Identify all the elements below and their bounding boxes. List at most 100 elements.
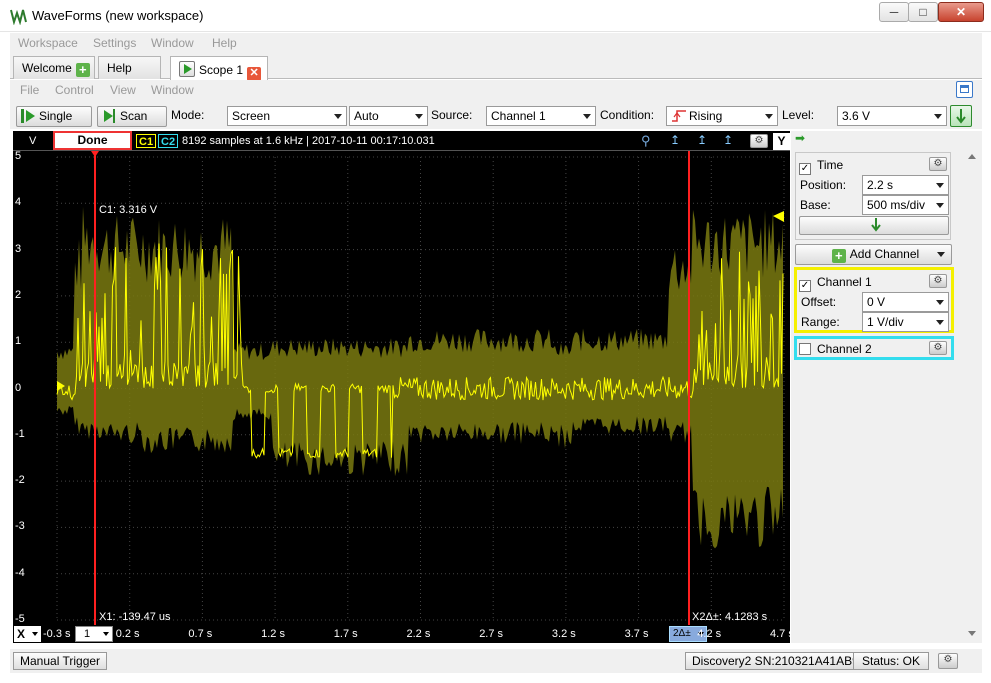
channel2-checkbox-row[interactable]: Channel 2 <box>799 342 872 356</box>
menu-help[interactable]: Help <box>212 36 237 50</box>
chevron-down-icon <box>936 300 944 305</box>
tab-scope-label: Scope 1 <box>199 63 244 77</box>
menu-file[interactable]: File <box>20 83 39 97</box>
status-settings-gear-icon[interactable]: ⚙ <box>938 653 958 669</box>
channel1-gear-icon[interactable]: ⚙ <box>929 274 947 288</box>
offset-label: Offset: <box>801 295 837 309</box>
condition-select[interactable]: Rising <box>666 106 778 126</box>
chevron-down-icon <box>334 114 342 119</box>
x-cursor-select[interactable]: 1 <box>75 626 113 642</box>
play-icon <box>179 61 195 77</box>
manual-trigger-button[interactable]: Manual Trigger <box>13 652 108 670</box>
time-checkbox-row[interactable]: ✓ Time <box>799 158 843 175</box>
menu-workspace[interactable]: Workspace <box>18 36 78 50</box>
time-gear-icon[interactable]: ⚙ <box>929 157 947 171</box>
level-input[interactable]: 3.6 V <box>837 106 947 126</box>
maximize-button[interactable]: □ <box>908 2 938 22</box>
panel-scrollbar[interactable] <box>965 150 978 640</box>
c2-badge[interactable]: C2 <box>158 134 179 148</box>
cursor-tool3-icon[interactable]: ↥ <box>723 133 733 147</box>
level-value: 3.6 V <box>842 109 871 123</box>
minimize-button[interactable]: ─ <box>879 2 909 22</box>
scope-header: V Done C1 C2 8192 samples at 1.6 kHz | 2… <box>13 131 790 151</box>
cursor-tool2-icon[interactable]: ↥ <box>697 133 707 147</box>
scan-button[interactable]: Scan <box>97 106 167 127</box>
menu-view[interactable]: View <box>110 83 136 97</box>
x-axis-bar: X 1 2Δ± -0.3 s 0.2 s 0.7 s 1.2 s 1.7 s 2.2 s 2… <box>13 625 794 643</box>
mode-select[interactable]: Screen <box>227 106 347 126</box>
scroll-down-icon[interactable] <box>968 631 976 636</box>
x-tick-label: 0.2 s <box>115 628 140 640</box>
x-tick-label: 0.7 s <box>188 628 213 640</box>
main-menubar: Workspace Settings Window Help <box>10 33 982 53</box>
y-tick-label: -2 <box>15 474 25 487</box>
menu-window[interactable]: Window <box>151 36 194 50</box>
scroll-up-icon[interactable] <box>968 154 976 159</box>
document-tab-bar: Welcome + Help Scope 1 ✕ <box>10 53 982 81</box>
channel2-gear-icon[interactable]: ⚙ <box>929 341 947 355</box>
trigger-level-marker[interactable] <box>773 211 784 222</box>
cursor-tool-icon[interactable]: ↥ <box>670 133 680 147</box>
level-down-button[interactable] <box>950 105 972 127</box>
x1-cursor-readout: X1: -139.47 us <box>99 611 171 623</box>
tab-welcome[interactable]: Welcome + <box>13 56 95 79</box>
close-button[interactable]: ✕ <box>938 2 984 22</box>
x-tick-label: 1.7 s <box>333 628 358 640</box>
condition-value: Rising <box>689 109 723 123</box>
base-value: 500 ms/div <box>867 198 926 212</box>
c1-badge[interactable]: C1 <box>136 134 157 148</box>
chevron-down-icon <box>936 203 944 208</box>
menu-settings[interactable]: Settings <box>93 36 136 50</box>
device-button[interactable]: Discovery2 SN:210321A41AB9 <box>685 652 866 670</box>
position-label: Position: <box>800 178 847 192</box>
arrow-down-icon <box>871 218 881 232</box>
base-select[interactable]: 500 ms/div <box>862 195 949 215</box>
mode-value: Screen <box>232 109 271 123</box>
plus-icon[interactable]: + <box>75 63 90 77</box>
level-label: Level: <box>782 108 815 122</box>
y-tick-label: -4 <box>15 566 25 579</box>
scope-settings-gear-icon[interactable]: ⚙ <box>750 134 768 148</box>
source-select[interactable]: Channel 1 <box>486 106 596 126</box>
channel1-checkbox-row[interactable]: ✓ Channel 1 <box>799 275 872 292</box>
channel2-checkbox[interactable] <box>799 343 811 355</box>
panel-arrow-icon[interactable]: ➡ <box>795 131 805 145</box>
tab-help[interactable]: Help <box>98 56 161 79</box>
close-tab-icon[interactable]: ✕ <box>247 67 262 81</box>
position-input[interactable]: 2.2 s <box>862 175 949 195</box>
x2-cursor-tag-label: 2Δ± <box>673 628 691 639</box>
window-icon <box>960 85 969 93</box>
zoom-icon[interactable]: ⚲ <box>641 133 651 149</box>
time-apply-button[interactable] <box>799 216 949 235</box>
scope-plot-area[interactable]: V Done C1 C2 8192 samples at 1.6 kHz | 2… <box>13 131 790 643</box>
y-tick-label: -5 <box>15 613 25 625</box>
add-channel-button[interactable]: + Add Channel <box>795 244 952 265</box>
x-tick-label: 4.2 s <box>697 628 722 640</box>
y-tick-label: -3 <box>15 520 25 533</box>
single-button[interactable]: Single <box>16 106 92 127</box>
tab-scope-1[interactable]: Scope 1 ✕ <box>170 56 268 81</box>
time-settings-group: ✓ Time ⚙ Position: 2.2 s Base: 500 ms/div <box>795 152 951 240</box>
acquisition-info: 8192 samples at 1.6 kHz | 2017-10-11 00:… <box>182 135 435 147</box>
channel1-checkbox[interactable]: ✓ <box>799 280 811 292</box>
scope-menubar: File Control View Window <box>10 80 982 102</box>
single-label: Single <box>39 109 73 123</box>
mode2-select[interactable]: Auto <box>349 106 428 126</box>
chevron-down-icon <box>765 114 773 119</box>
x-axis-label: X <box>17 627 26 641</box>
time-checkbox[interactable]: ✓ <box>799 163 811 175</box>
source-label: Source: <box>431 108 473 122</box>
channel1-label: Channel 1 <box>817 275 872 289</box>
menu-control[interactable]: Control <box>55 83 94 97</box>
y-tick-label: 5 <box>15 150 22 162</box>
channel2-label: Channel 2 <box>817 342 872 356</box>
status-ok-button[interactable]: Status: OK <box>853 652 929 670</box>
y-axis-selector[interactable]: Y <box>773 133 790 150</box>
offset-input[interactable]: 0 V <box>862 292 949 312</box>
x-axis-selector[interactable]: X <box>14 626 41 642</box>
panel-toggle-button[interactable] <box>956 81 973 98</box>
menu-window-inner[interactable]: Window <box>151 83 194 97</box>
range-select[interactable]: 1 V/div <box>862 312 949 332</box>
x1-cursor-handle[interactable] <box>91 151 99 157</box>
channel2-settings-group: Channel 2 ⚙ <box>794 336 954 360</box>
